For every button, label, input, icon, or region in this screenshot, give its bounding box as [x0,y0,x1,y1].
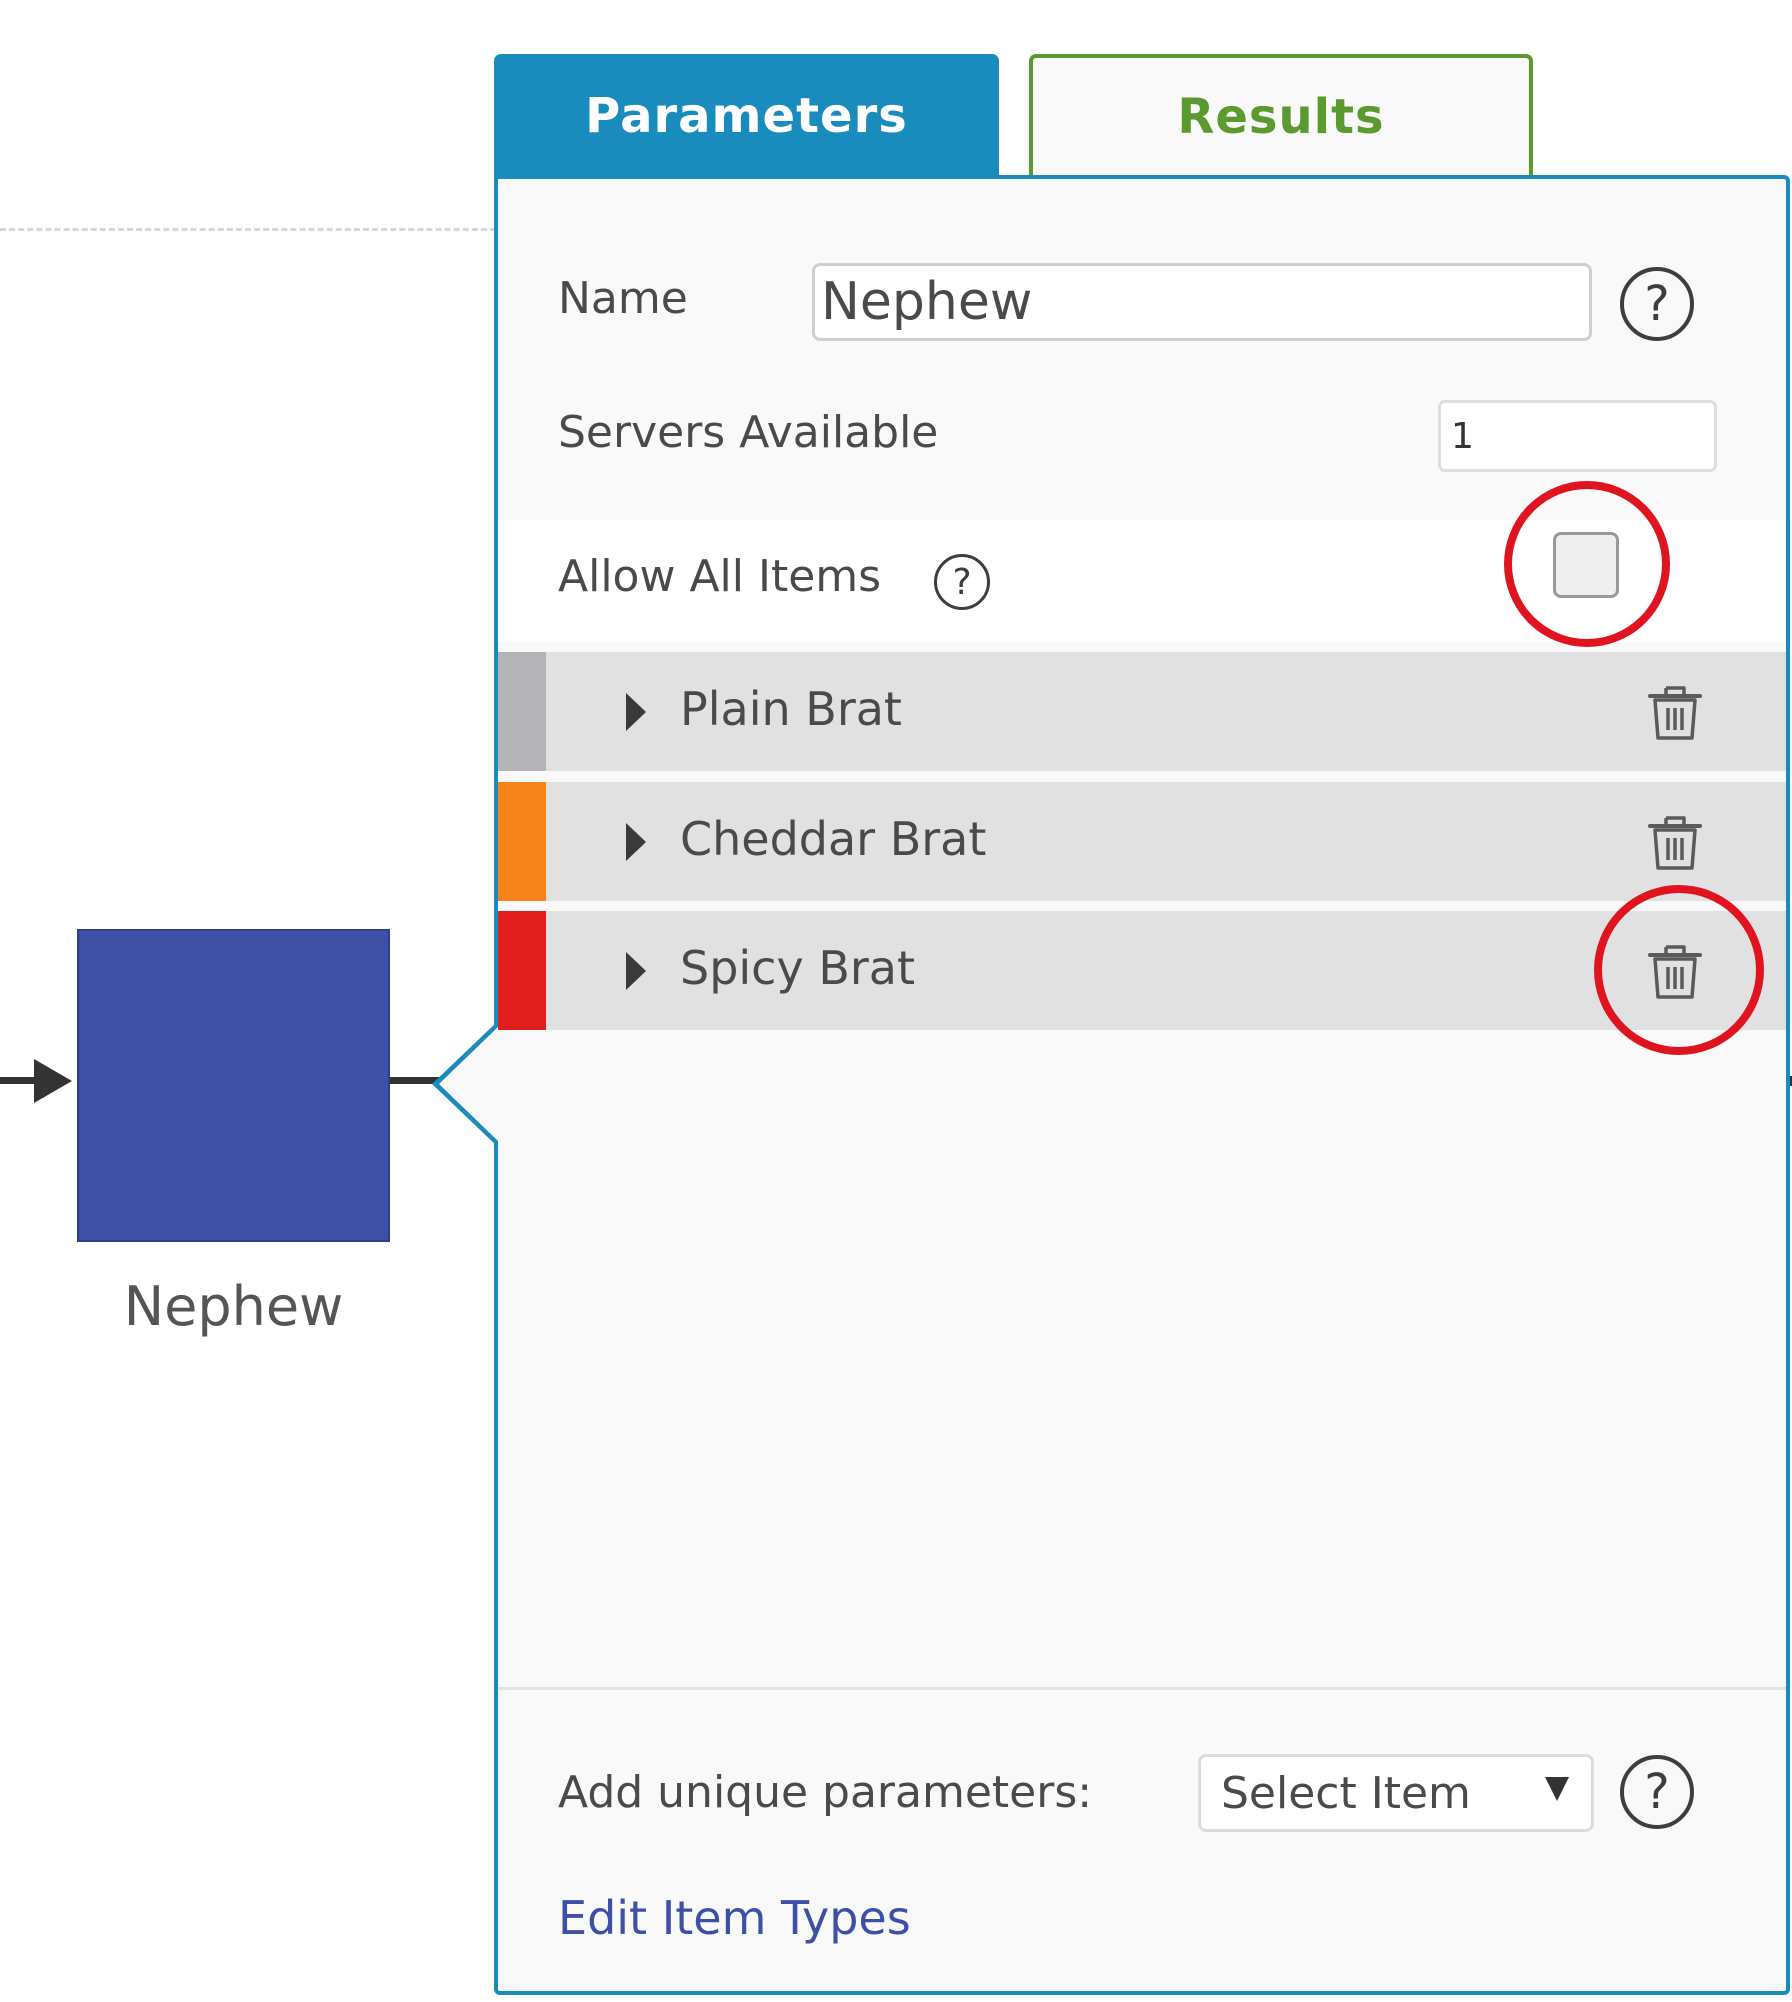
trash-icon[interactable] [1642,809,1708,875]
servers-available-label: Servers Available [558,407,939,458]
item-label: Cheddar Brat [680,812,987,866]
panel-pointer-fill [439,1027,498,1141]
parameters-panel: Name ? Servers Available Allow All Items… [494,175,1790,1995]
item-color-swatch [498,652,546,771]
select-item-dropdown[interactable]: Select Item [1198,1754,1594,1832]
name-help-icon[interactable]: ? [1620,267,1694,341]
item-label: Plain Brat [680,682,902,736]
allow-all-items-checkbox[interactable] [1553,532,1619,598]
allow-all-items-label: Allow All Items [558,551,882,602]
item-row-plain-brat[interactable]: Plain Brat [498,652,1786,771]
dropdown-arrow-icon [1545,1777,1569,1801]
tab-parameters[interactable]: Parameters [494,54,999,178]
add-parameters-help-icon[interactable]: ? [1620,1755,1694,1829]
canvas-dashed-guide [0,228,496,231]
edit-item-types-link[interactable]: Edit Item Types [558,1891,911,1945]
trash-icon[interactable] [1642,679,1708,745]
trash-icon[interactable] [1642,938,1708,1004]
item-color-swatch [498,782,546,901]
process-node[interactable] [77,929,390,1242]
select-item-value: Select Item [1221,1768,1471,1819]
process-node-label: Nephew [123,1275,344,1338]
name-input[interactable] [812,263,1592,341]
caret-right-icon[interactable] [626,823,646,861]
add-unique-parameters-label: Add unique parameters: [558,1767,1093,1818]
incoming-arrow-icon [34,1059,72,1103]
caret-right-icon[interactable] [626,693,646,731]
caret-right-icon[interactable] [626,952,646,990]
item-label: Spicy Brat [680,941,916,995]
item-row-cheddar-brat[interactable]: Cheddar Brat [498,782,1786,901]
allow-all-help-icon[interactable]: ? [934,554,990,610]
tab-results[interactable]: Results [1029,54,1533,176]
item-color-swatch [498,911,546,1030]
item-row-spicy-brat[interactable]: Spicy Brat [498,911,1786,1030]
name-label: Name [558,273,688,324]
servers-available-input[interactable] [1438,400,1717,472]
footer-divider [498,1687,1786,1690]
